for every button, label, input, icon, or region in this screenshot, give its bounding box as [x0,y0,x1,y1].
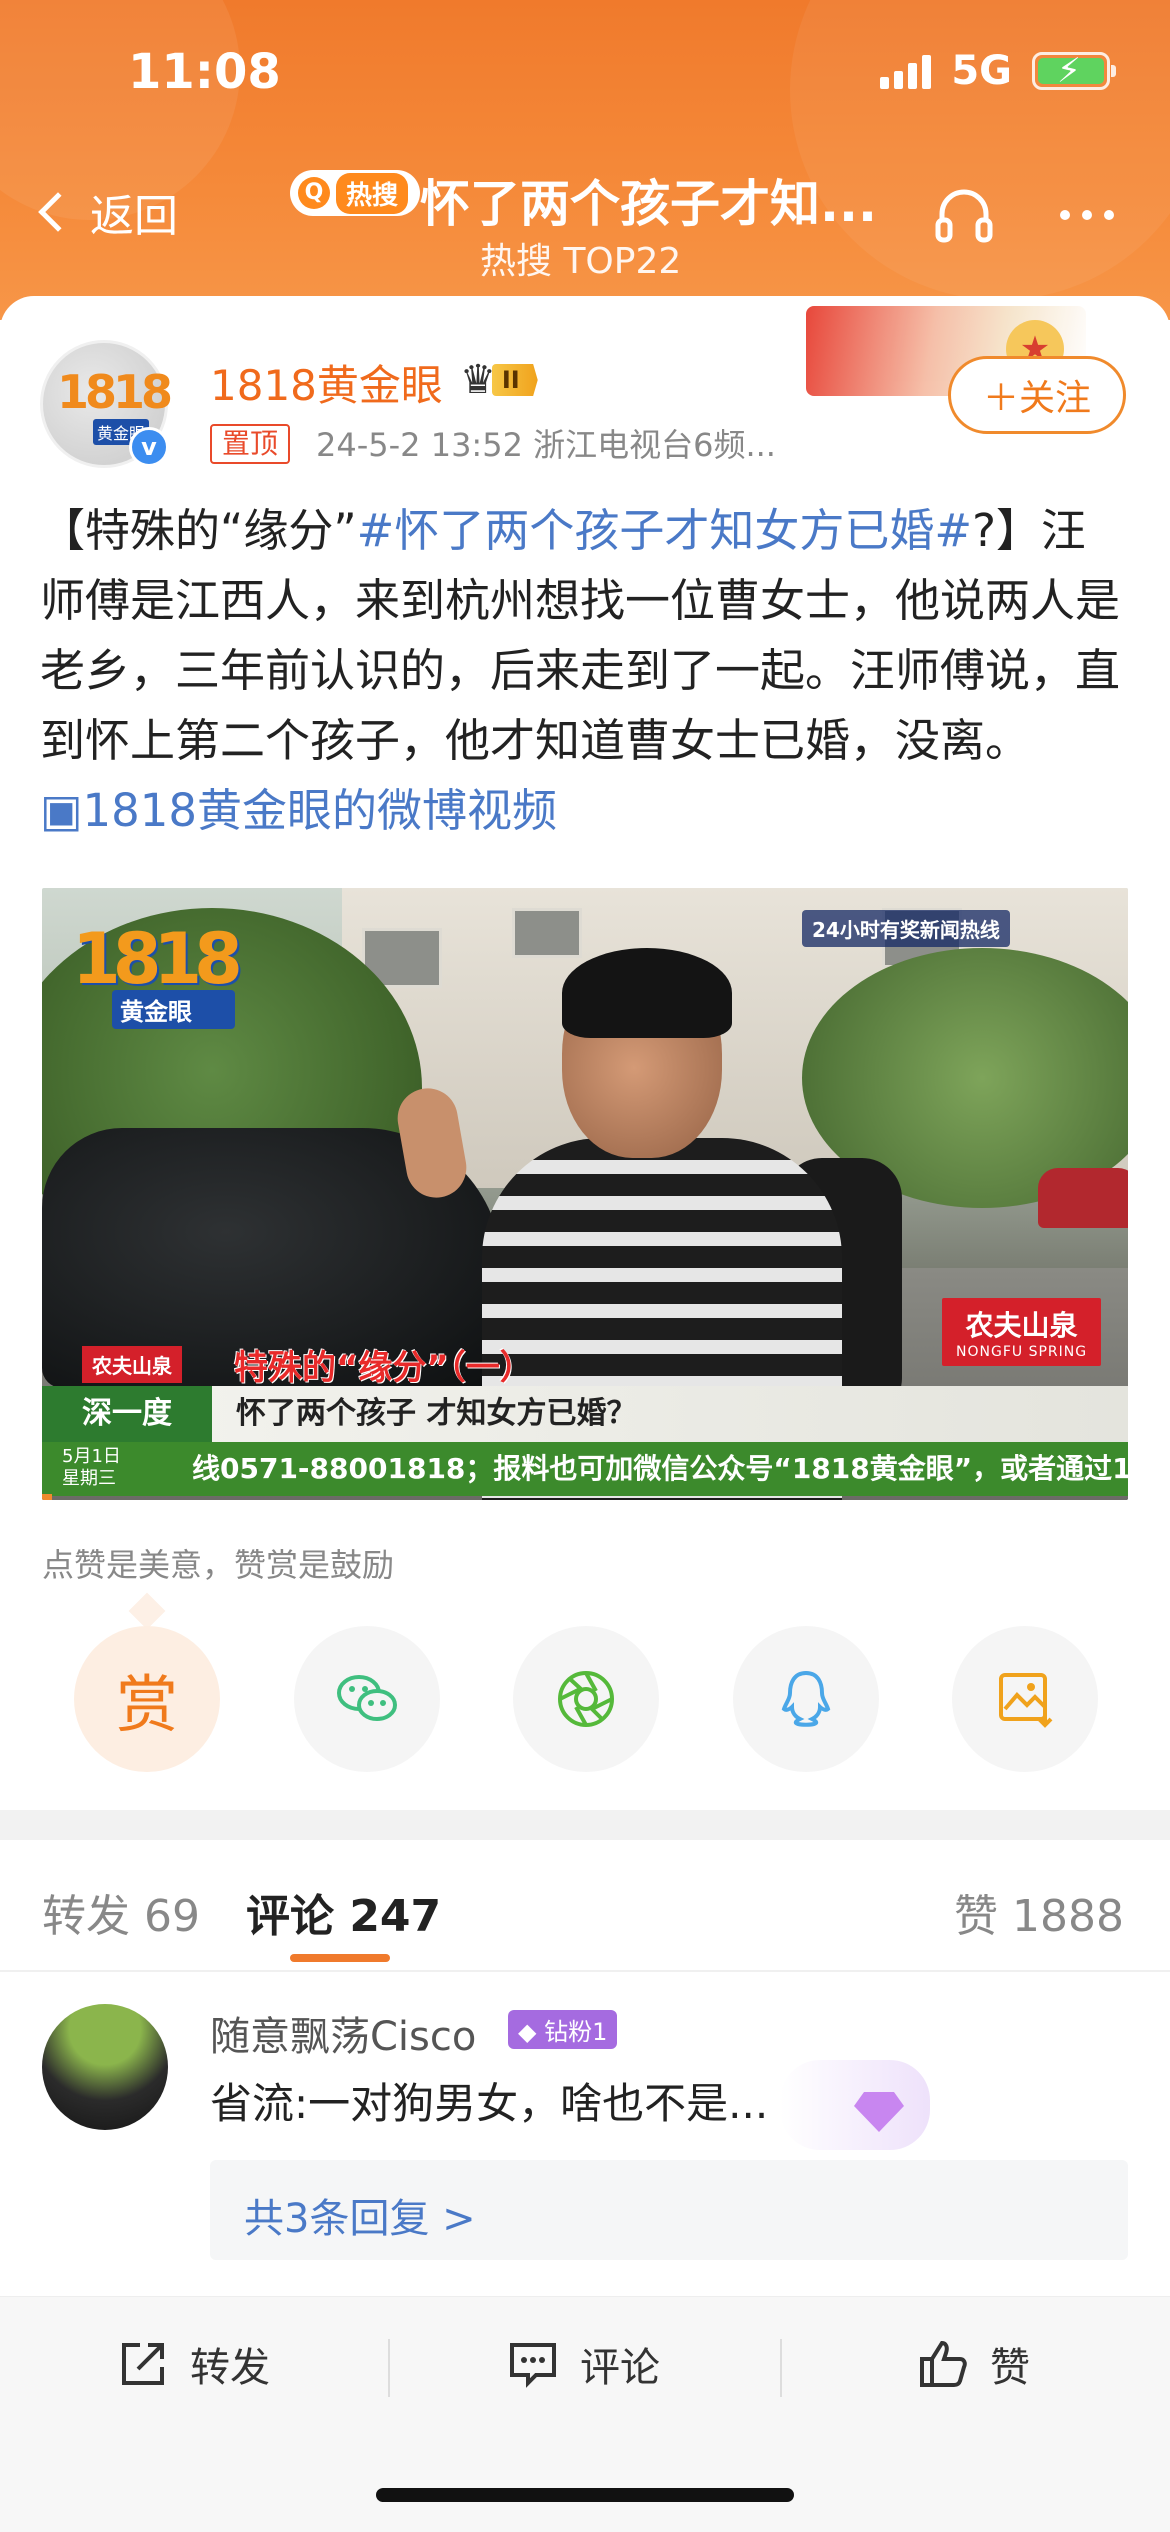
ticker-text: 线0571-88001818；报料也可加微信公众号“1818黄金眼”，或者通过1… [192,1452,1128,1485]
video-headline: 怀了两个孩子 才知女方已婚？ [236,1396,637,1431]
share-icon [122,2343,164,2385]
view-replies-button[interactable]: 共3条回复 > [210,2160,1128,2260]
moments-icon [558,1671,614,1727]
hashtag-link[interactable]: #怀了两个孩子才知女方已婚# [357,504,972,557]
qq-icon [781,1670,830,1727]
fan-badge: ◆ 钻粉1 [508,2010,618,2049]
fan-badge-label: 钻粉1 [544,2018,608,2046]
network-type: 5G [951,48,1012,94]
tab-reposts[interactable]: 转发 69 [42,1880,200,1944]
back-button[interactable]: 返回 [30,180,178,244]
divider [388,2339,390,2397]
reward-button[interactable]: 赏 [74,1626,220,1772]
thumbs-up-icon [920,2340,967,2387]
active-tab-indicator [290,1954,390,1962]
tab-comments[interactable]: 评论 247 [246,1880,441,1944]
divider [780,2339,782,2397]
video-scene-person-hair [562,948,732,1038]
post-text-prefix: 【特殊的“缘分” [40,504,357,557]
comment-icon [510,2343,556,2388]
pinned-tag: 置顶 [210,424,291,464]
page-subtitle: 热搜 TOP22 [480,241,682,282]
avatar[interactable]: 1818 黄金眼 v [40,340,173,468]
post-text: 【特殊的“缘分”#怀了两个孩子才知女方已婚#?】汪师傅是江西人，来到杭州想找一位… [40,496,1130,846]
status-icons: 5G ⚡ [880,48,1116,94]
page-title: 怀了两个孩子才知... [420,175,877,233]
reward-tip: 点赞是美意，赞赏是鼓励 [42,1546,395,1584]
video-logo-number: 1818 [72,918,243,1000]
video-icon: ▣ [40,784,83,837]
verified-icon: v [129,427,169,467]
chevron-left-icon [38,192,78,232]
like-label: 赞 [990,2345,1030,2391]
repost-label: 转发 [190,2345,270,2391]
tab-likes[interactable]: 赞 1888 [954,1880,1124,1944]
home-indicator[interactable] [376,2488,794,2502]
repost-button[interactable]: 转发 [116,2335,270,2393]
share-moments-button[interactable] [513,1626,659,1772]
comment-username[interactable]: 随意飘荡Cisco [210,2004,476,2062]
top-header: 11:08 5G ⚡ 返回 Q 热搜 怀了两个孩子才知... 热搜 TOP22 [0,0,1170,320]
back-label: 返回 [90,191,178,242]
post-meta: 24-5-2 13:52 浙江电视台6频... [316,426,776,464]
video-ticker: 5月1日 星期三 线0571-88001818；报料也可加微信公众号“1818黄金… [42,1442,1128,1496]
author-name[interactable]: 1818黄金眼 [210,352,443,413]
save-image-icon [999,1673,1053,1728]
comment-avatar[interactable] [42,2004,168,2130]
caption-sponsor: 农夫山泉 [82,1346,182,1383]
ticker-date: 5月1日 星期三 [62,1446,121,1489]
share-row: 赏 [74,1626,1098,1772]
comment-button[interactable]: 评论 [506,2335,660,2393]
section-divider [0,1810,1170,1840]
like-button[interactable]: 赞 [916,2335,1030,2393]
crown-icon: ♛ [460,357,496,403]
interaction-tabs: 转发 69 评论 247 赞 1888 [0,1840,1170,1972]
share-qq-button[interactable] [732,1626,879,1772]
caption-title: 特殊的“缘分”（一） [234,1348,534,1388]
vip-level: II [491,364,538,396]
sponsor-name: 农夫山泉 [965,1309,1078,1342]
header-decoration [790,0,1170,300]
video-player[interactable]: 1818 黄金眼 24小时有奖新闻热线 农夫山泉 NONGFU SPRING 农… [42,888,1128,1500]
video-channel-logo: 1818 黄金眼 [72,918,243,1029]
video-link-label: 1818黄金眼的微博视频 [82,784,558,837]
status-time: 11:08 [128,44,281,100]
video-scene-window [512,908,582,958]
comment-text[interactable]: 省流:一对狗男女，啥也不是... [210,2070,768,2131]
video-headline-bar: 深一度 怀了两个孩子 才知女方已婚？ [42,1386,1128,1442]
vip-badge[interactable]: ♛ II [460,358,538,402]
search-icon: Q [298,177,330,209]
save-image-button[interactable] [952,1626,1098,1772]
hot-search-label: 热搜 [336,172,409,214]
headphones-icon[interactable] [932,184,996,248]
share-wechat-button[interactable] [293,1626,440,1772]
comment-label: 评论 [580,2345,660,2391]
video-caption: 农夫山泉 特殊的“缘分”（一） [42,1340,1128,1388]
video-progress[interactable] [42,1494,52,1500]
reward-label: 赏 [115,1668,178,1741]
follow-button[interactable]: ＋关注 [948,356,1126,434]
segment-label: 深一度 [42,1386,212,1442]
signal-icon [880,53,932,89]
avatar-logo-number: 1818 [57,365,173,419]
battery-icon: ⚡ [1032,51,1116,91]
more-options-button[interactable] [1060,210,1114,220]
hot-search-badge: Q 热搜 [290,170,421,216]
video-link[interactable]: ▣1818黄金眼的微博视频 [40,784,557,837]
video-hotline-badge: 24小时有奖新闻热线 [802,910,1010,947]
video-scene-car [1038,1168,1128,1228]
replies-label: 共3条回复 > [244,2196,476,2242]
wechat-icon [336,1675,397,1721]
